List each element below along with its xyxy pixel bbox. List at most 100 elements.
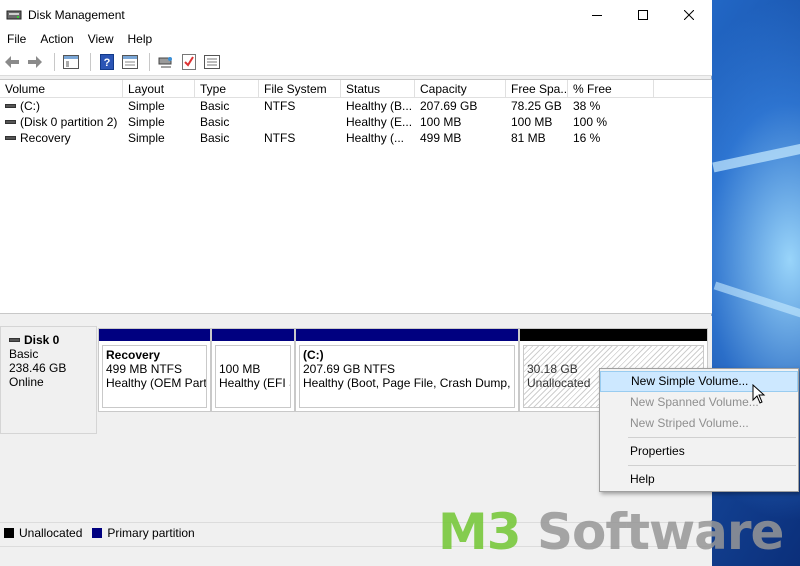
table-row[interactable]: Recovery Simple Basic NTFS Healthy (... … xyxy=(0,130,712,146)
drive-icon xyxy=(5,135,16,140)
cell-layout: Simple xyxy=(128,99,165,113)
column-header-type[interactable]: Type xyxy=(195,80,259,98)
partition-size: 499 MB NTFS xyxy=(106,362,183,376)
cell-file-system xyxy=(259,114,341,130)
partition-size: 100 MB xyxy=(219,362,261,376)
maximize-icon[interactable] xyxy=(620,0,666,29)
title-bar: Disk Management xyxy=(0,0,712,29)
menu-help[interactable]: Help xyxy=(121,29,160,49)
cell-file-system: NTFS xyxy=(264,99,296,113)
cell-free-space: 81 MB xyxy=(511,131,546,145)
cell-free-space: 78.25 GB xyxy=(511,99,562,113)
drive-icon xyxy=(9,337,20,342)
cell-capacity: 207.69 GB xyxy=(420,99,478,113)
partition-recovery[interactable]: Recovery 499 MB NTFS Healthy (OEM Partit xyxy=(98,328,211,412)
cell-free-space: 100 MB xyxy=(511,115,553,129)
menu-item-help[interactable]: Help xyxy=(600,469,798,490)
m3-software-watermark: M3 Software xyxy=(438,502,785,562)
cell-percent-free: 100 % xyxy=(573,115,608,129)
minimize-icon[interactable] xyxy=(574,0,620,29)
drive-icon xyxy=(5,103,16,108)
cell-percent-free: 16 % xyxy=(573,131,601,145)
cell-capacity: 499 MB xyxy=(420,131,462,145)
menu-item-properties[interactable]: Properties xyxy=(600,441,798,462)
table-row[interactable]: (Disk 0 partition 2) Simple Basic Health… xyxy=(0,114,712,130)
partition-size: 207.69 GB NTFS xyxy=(303,362,396,376)
disk-info-panel[interactable]: Disk 0 Basic 238.46 GB Online xyxy=(0,326,97,434)
drive-icon xyxy=(5,119,16,124)
check-icon[interactable] xyxy=(179,52,199,72)
watermark-text-m3: M3 xyxy=(438,503,522,561)
disk-state: Online xyxy=(9,375,44,389)
cell-status: Healthy (E... xyxy=(346,115,413,129)
partition-name xyxy=(527,348,700,362)
primary-partition-bar xyxy=(212,329,294,341)
cell-type: Basic xyxy=(200,115,230,129)
menu-bar: File Action View Help xyxy=(0,29,712,49)
partition-efi[interactable]: 100 MB Healthy (EFI S xyxy=(211,328,295,412)
legend-swatch-primary xyxy=(92,527,103,538)
menu-item-new-simple-volume[interactable]: New Simple Volume... xyxy=(600,371,798,392)
partition-status: Healthy (EFI S xyxy=(219,376,291,390)
primary-partition-bar xyxy=(296,329,518,341)
toolbar: ? xyxy=(0,49,712,76)
context-menu: New Simple Volume... New Spanned Volume.… xyxy=(599,368,799,492)
menu-file[interactable]: File xyxy=(0,29,33,49)
partition-c-drive[interactable]: (C:) 207.69 GB NTFS Healthy (Boot, Page … xyxy=(295,328,519,412)
back-arrow-icon[interactable] xyxy=(2,52,22,72)
partition-name: Recovery xyxy=(106,348,161,362)
partition-name: (C:) xyxy=(303,348,324,362)
table-row[interactable]: (C:) Simple Basic NTFS Healthy (B... 207… xyxy=(0,98,712,114)
mouse-cursor-icon xyxy=(752,383,766,404)
partition-status: Healthy (OEM Partit xyxy=(106,376,207,390)
cell-status: Healthy (B... xyxy=(346,99,413,113)
cell-capacity: 100 MB xyxy=(420,115,462,129)
toolbar-separator xyxy=(54,53,55,71)
menu-item-new-spanned-volume: New Spanned Volume... xyxy=(630,395,759,409)
partition-name xyxy=(219,348,287,362)
legend-label-primary: Primary partition xyxy=(107,525,195,540)
primary-partition-bar xyxy=(99,329,210,341)
svg-text:?: ? xyxy=(104,57,111,69)
cell-status: Healthy (... xyxy=(346,131,405,145)
help-icon[interactable]: ? xyxy=(97,52,117,72)
disk-name: Disk 0 xyxy=(24,333,60,347)
column-header-capacity[interactable]: Capacity xyxy=(415,80,506,98)
column-header-percent-free[interactable]: % Free xyxy=(568,80,654,98)
menu-action[interactable]: Action xyxy=(33,29,80,49)
disk-management-app-icon xyxy=(6,7,22,23)
connect-icon[interactable] xyxy=(156,52,176,72)
menu-separator xyxy=(628,465,796,466)
volume-list-table: Volume Layout Type File System Status Ca… xyxy=(0,79,712,314)
cell-volume: (C:) xyxy=(20,99,40,113)
menu-separator xyxy=(628,437,796,438)
close-icon[interactable] xyxy=(666,0,712,29)
unallocated-bar xyxy=(520,329,707,341)
cell-volume: (Disk 0 partition 2) xyxy=(20,115,118,129)
column-header-status[interactable]: Status xyxy=(341,80,415,98)
menu-view[interactable]: View xyxy=(81,29,121,49)
toolbar-separator xyxy=(90,53,91,71)
cell-layout: Simple xyxy=(128,131,165,145)
cell-type: Basic xyxy=(200,99,230,113)
disk-type: Basic xyxy=(9,347,39,361)
cell-percent-free: 38 % xyxy=(573,99,601,113)
menu-item-new-striped-volume: New Striped Volume... xyxy=(630,416,749,430)
window-title: Disk Management xyxy=(28,7,125,22)
legend-label-unallocated: Unallocated xyxy=(19,525,83,540)
cell-type: Basic xyxy=(200,131,230,145)
column-header-free-space[interactable]: Free Spa... xyxy=(506,80,568,98)
column-header-layout[interactable]: Layout xyxy=(123,80,195,98)
properties-icon[interactable] xyxy=(120,52,140,72)
list-icon[interactable] xyxy=(202,52,222,72)
partition-status: Healthy (Boot, Page File, Crash Dump, Pr… xyxy=(303,376,515,390)
cell-file-system: NTFS xyxy=(264,131,296,145)
cell-volume: Recovery xyxy=(20,131,71,145)
console-tree-icon[interactable] xyxy=(61,52,81,72)
column-header-volume[interactable]: Volume xyxy=(0,80,123,98)
watermark-text-software: Software xyxy=(520,503,785,561)
wallpaper-light-beam xyxy=(713,281,800,327)
forward-arrow-icon[interactable] xyxy=(25,52,45,72)
cell-layout: Simple xyxy=(128,115,165,129)
column-header-file-system[interactable]: File System xyxy=(259,80,341,98)
